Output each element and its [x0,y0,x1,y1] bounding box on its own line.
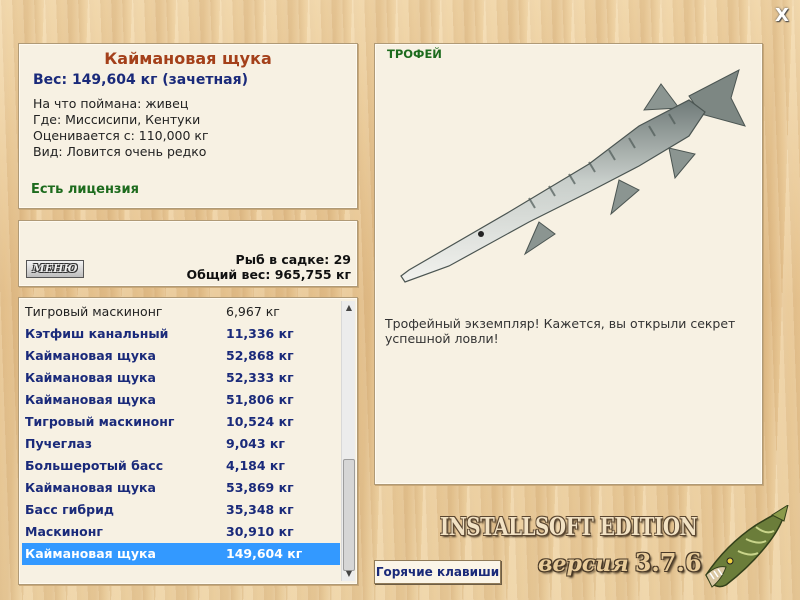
catch-fish-weight: 11,336 кг [226,326,294,341]
close-button[interactable]: X [772,6,792,26]
catch-row[interactable]: Маскинонг 30,910 кг [22,521,340,543]
arrow-down-icon[interactable]: ▼ [342,567,356,581]
scroll-thumb[interactable] [343,459,355,571]
catch-fish-weight: 10,524 кг [226,414,294,429]
catch-list[interactable]: Тигровый маскинонг 6,967 кг Кэтфиш канальн… [22,301,340,565]
catch-fish-name: Каймановая щука [25,546,156,561]
catch-fish-name: Пучеглаз [25,436,93,451]
catch-fish-weight: 52,868 кг [226,348,294,363]
menu-stats-panel: МЕНЮ Рыб в садке: 29 Общий вес: 965,755 … [18,220,358,287]
license-status: Есть лицензия [31,182,139,197]
catch-scrollbar[interactable]: ▲ ▼ [341,301,355,581]
catch-fish-weight: 51,806 кг [226,392,294,407]
catch-fish-name: Тигровый маскинонг [25,414,175,429]
menu-button[interactable]: МЕНЮ [26,260,84,278]
catch-fish-name: Тигровый маскинонг [25,304,163,319]
catch-list-panel: Тигровый маскинонг 6,967 кг Кэтфиш канальн… [18,297,358,585]
catch-row[interactable]: Большеротый басс 4,184 кг [22,455,340,477]
fish-weight: Вес: 149,604 кг (зачетная) [33,72,248,88]
fish-count: Рыб в садке: 29 [235,252,351,267]
valued-line: Оценивается с: 110,000 кг [33,128,209,143]
version-label: версия 3.7.6 [538,548,702,577]
catch-fish-name: Каймановая щука [25,370,156,385]
catch-row[interactable]: Тигровый маскинонг 6,967 кг [22,301,340,323]
trophy-description: Трофейный экземпляр! Кажется, вы открыли… [385,316,736,346]
total-weight: Общий вес: 965,755 кг [186,267,352,282]
catch-fish-name: Кэтфиш канальный [25,326,169,341]
catch-fish-name: Каймановая щука [25,480,156,495]
catch-fish-name: Маскинонг [25,524,103,539]
catch-fish-weight: 52,333 кг [226,370,294,385]
trophy-label: ТРОФЕЙ [387,47,442,61]
catch-row[interactable]: Басс гибрид 35,348 кг [22,499,340,521]
catch-row[interactable]: Каймановая щука 52,868 кг [22,345,340,367]
brand-title: INSTALLSOFT EDITION [440,512,698,541]
catch-fish-weight: 30,910 кг [226,524,294,539]
catch-row[interactable]: Каймановая щука 149,604 кг [22,543,340,565]
arrow-up-icon[interactable]: ▲ [342,301,356,315]
rarity-line: Вид: Ловится очень редко [33,144,207,159]
catch-fish-weight: 9,043 кг [226,436,285,451]
catch-fish-name: Каймановая щука [25,348,156,363]
version-number: 3.7.6 [634,548,702,577]
catch-fish-weight: 4,184 кг [226,458,285,473]
catch-row[interactable]: Пучеглаз 9,043 кг [22,433,340,455]
version-word: версия [538,551,629,577]
fish-title: Каймановая щука [104,49,272,68]
catch-row[interactable]: Тигровый маскинонг 10,524 кг [22,411,340,433]
catch-fish-weight: 6,967 кг [226,304,280,319]
catch-fish-weight: 149,604 кг [226,546,303,561]
gar-fish-image [400,69,746,283]
catch-fish-name: Басс гибрид [25,502,114,517]
fish-info-panel: Каймановая щука Вес: 149,604 кг (зачетна… [18,43,358,209]
catch-row[interactable]: Каймановая щука 52,333 кг [22,367,340,389]
catch-row[interactable]: Кэтфиш канальный 11,336 кг [22,323,340,345]
catch-fish-name: Каймановая щука [25,392,156,407]
catch-fish-weight: 53,869 кг [226,480,294,495]
pike-logo-icon [705,505,789,588]
hotkeys-button[interactable]: Горячие клавиши [374,560,501,584]
catch-fish-name: Большеротый басс [25,458,164,473]
catch-row[interactable]: Каймановая щука 53,869 кг [22,477,340,499]
location-line: Где: Миссисипи, Кентуки [33,112,201,127]
bait-line: На что поймана: живец [33,96,189,111]
catch-fish-weight: 35,348 кг [226,502,294,517]
catch-row[interactable]: Каймановая щука 51,806 кг [22,389,340,411]
trophy-panel: ТРОФЕЙ Трофейный экземпляр! Кажется, вы … [374,43,763,485]
